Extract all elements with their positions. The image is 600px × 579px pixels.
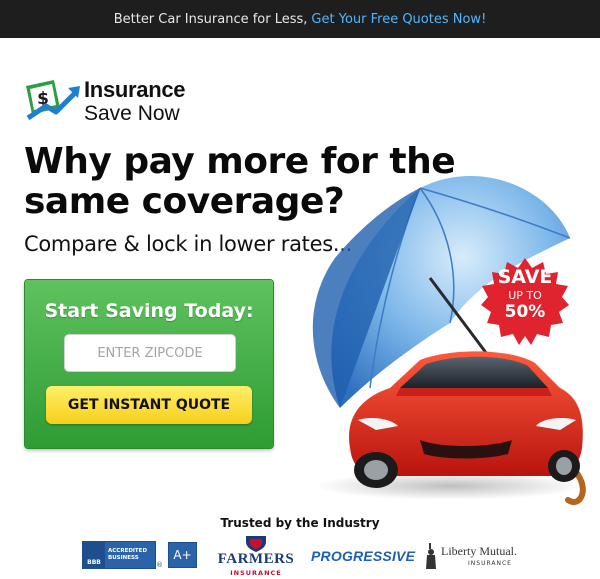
liberty-mutual-logo: Liberty Mutual. INSURANCE [424, 543, 520, 573]
save-badge-text: SAVE UP TO 50% [481, 264, 569, 321]
form-title: Start Saving Today: [44, 300, 254, 322]
hero-section: $ Insurance Save Now Why pay more for th… [0, 38, 600, 512]
badge-line-3: 50% [504, 302, 546, 322]
top-banner: Better Car Insurance for Less, Get Your … [0, 0, 600, 38]
get-instant-quote-button[interactable]: GET INSTANT QUOTE [46, 386, 252, 424]
bbb-accredited-logo: BBB ACCREDITED BUSINESS [82, 541, 156, 569]
liberty-mutual-subtitle: INSURANCE [468, 560, 512, 567]
bbb-accredited-text: ACCREDITED BUSINESS [105, 542, 155, 568]
statue-of-liberty-icon [426, 543, 436, 569]
site-logo[interactable]: $ Insurance Save Now [24, 76, 186, 125]
farmers-shield-icon [246, 536, 266, 552]
zipcode-input[interactable] [64, 334, 236, 372]
badge-line-2: UP TO [508, 289, 542, 302]
quote-form: Start Saving Today: GET INSTANT QUOTE [25, 280, 273, 448]
logo-line-2: Save Now [84, 101, 180, 125]
dollar-arrow-logo-icon: $ [24, 78, 82, 124]
progressive-logo: PROGRESSIVE [311, 548, 416, 564]
farmers-name: FARMERS [217, 551, 295, 567]
badge-line-1: SAVE [497, 266, 553, 288]
bbb-rating: A+ [168, 542, 197, 568]
logo-line-1: Insurance [84, 76, 186, 102]
farmers-logo: FARMERS INSURANCE [216, 534, 296, 578]
registered-mark-icon: ® [156, 561, 163, 569]
bbb-torch-icon: BBB [83, 542, 105, 568]
trust-section: Trusted by the Industry BBB ACCREDITED B… [0, 512, 600, 579]
banner-message: Better Car Insurance for Less, [113, 11, 308, 27]
farmers-subtitle: INSURANCE [230, 569, 282, 577]
trust-title: Trusted by the Industry [220, 516, 380, 530]
bbb-abbr: BBB [87, 559, 101, 566]
banner-cta-link[interactable]: Get Your Free Quotes Now! [311, 12, 486, 27]
liberty-mutual-name: Liberty Mutual. [441, 544, 517, 558]
